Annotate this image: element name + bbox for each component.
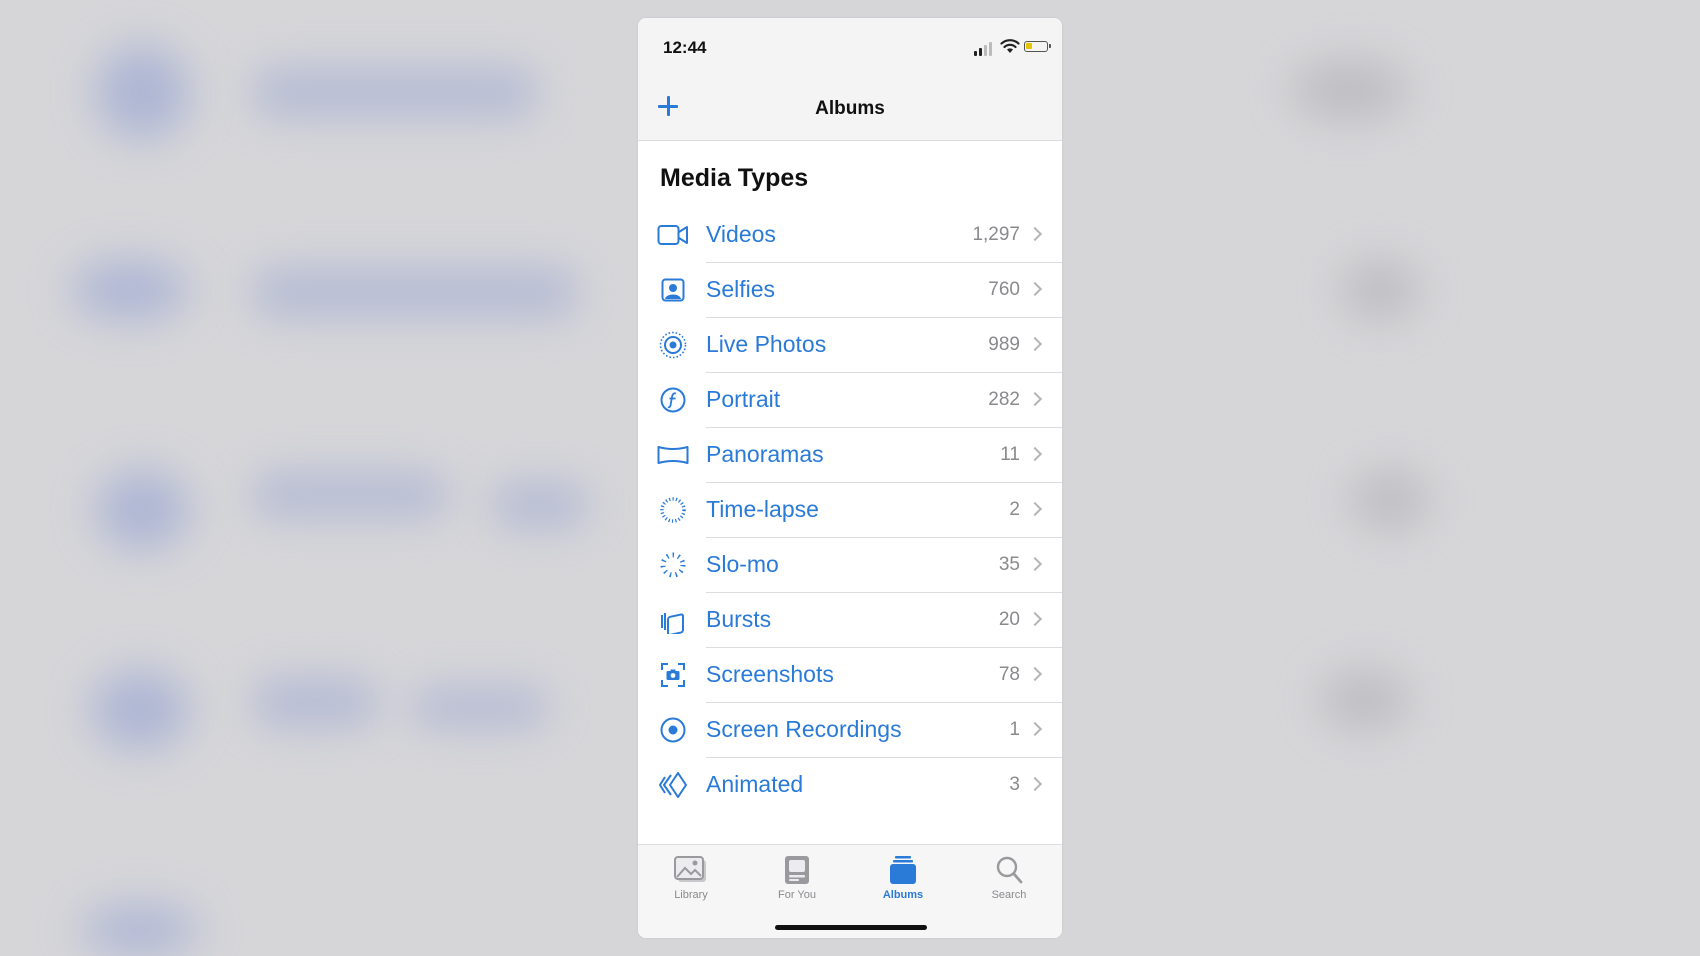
screenshot-icon xyxy=(657,661,689,689)
tab-label: For You xyxy=(778,889,816,901)
aperture-f-icon xyxy=(657,386,689,414)
list-item-count: 1,297 xyxy=(972,224,1020,245)
list-item-count: 35 xyxy=(998,554,1020,575)
list-item-bursts[interactable]: Bursts 20 xyxy=(638,593,1062,648)
list-item-label: Portrait xyxy=(706,386,781,412)
chevron-right-icon xyxy=(1027,556,1043,572)
list-item-label: Panoramas xyxy=(706,441,824,467)
chevron-right-icon xyxy=(1027,611,1043,627)
cellular-signal-icon xyxy=(974,42,996,56)
screen-recording-icon xyxy=(657,716,689,744)
chevron-right-icon xyxy=(1027,776,1043,792)
navigation-bar: Albums xyxy=(638,80,1062,141)
animated-icon xyxy=(657,771,689,799)
media-types-list: Videos 1,297 Selfies 760 Live Photos 989 xyxy=(638,208,1062,813)
selfie-portrait-icon xyxy=(657,276,689,304)
list-item-screen-recordings[interactable]: Screen Recordings 1 xyxy=(638,703,1062,758)
chevron-right-icon xyxy=(1027,336,1043,352)
tab-label: Albums xyxy=(882,889,924,901)
tab-bar: Library For You Albums Search xyxy=(638,844,1062,938)
list-item-count: 760 xyxy=(988,279,1020,300)
list-item-slo-mo[interactable]: Slo-mo 35 xyxy=(638,538,1062,593)
home-indicator xyxy=(775,925,927,930)
list-item-count: 11 xyxy=(1000,444,1020,465)
chevron-right-icon xyxy=(1027,281,1043,297)
slomo-icon xyxy=(657,551,689,579)
panorama-icon xyxy=(657,441,689,469)
timelapse-icon xyxy=(657,496,689,524)
search-icon xyxy=(992,855,1026,885)
chevron-right-icon xyxy=(1027,226,1043,242)
list-item-count: 989 xyxy=(988,334,1020,355)
wifi-icon xyxy=(1000,39,1020,53)
list-item-live-photos[interactable]: Live Photos 989 xyxy=(638,318,1062,373)
list-item-label: Selfies xyxy=(706,276,776,302)
live-photo-icon xyxy=(657,331,689,359)
tab-label: Search xyxy=(991,889,1027,901)
tab-for-you[interactable]: For You xyxy=(744,851,850,907)
chevron-right-icon xyxy=(1027,391,1043,407)
chevron-right-icon xyxy=(1027,666,1043,682)
status-bar: 12:44 xyxy=(638,18,1062,80)
list-item-label: Bursts xyxy=(706,606,772,632)
tab-library[interactable]: Library xyxy=(638,851,744,907)
chevron-right-icon xyxy=(1027,721,1043,737)
list-item-count: 282 xyxy=(988,389,1020,410)
section-title: Media Types xyxy=(660,164,809,192)
list-item-panoramas[interactable]: Panoramas 11 xyxy=(638,428,1062,483)
list-item-count: 3 xyxy=(1009,774,1020,795)
list-item-time-lapse[interactable]: Time-lapse 2 xyxy=(638,483,1062,538)
library-icon xyxy=(674,855,708,885)
list-item-count: 78 xyxy=(998,664,1020,685)
for-you-icon xyxy=(780,855,814,885)
list-item-videos[interactable]: Videos 1,297 xyxy=(638,208,1062,263)
list-item-count: 2 xyxy=(1009,499,1020,520)
chevron-right-icon xyxy=(1027,446,1043,462)
list-item-label: Screenshots xyxy=(706,661,834,687)
list-item-label: Slo-mo xyxy=(706,551,779,577)
albums-icon xyxy=(886,855,920,885)
chevron-right-icon xyxy=(1027,501,1043,517)
tab-search[interactable]: Search xyxy=(956,851,1062,907)
video-camera-icon xyxy=(657,221,689,249)
status-time: 12:44 xyxy=(663,38,707,57)
list-item-count: 1 xyxy=(1009,719,1020,740)
bursts-icon xyxy=(657,606,689,634)
list-item-screenshots[interactable]: Screenshots 78 xyxy=(638,648,1062,703)
list-item-label: Videos xyxy=(706,221,776,247)
phone-screen: 12:44 Albums Media Types Videos 1,297 Se… xyxy=(638,18,1062,938)
tab-albums[interactable]: Albums xyxy=(850,851,956,907)
list-item-selfies[interactable]: Selfies 760 xyxy=(638,263,1062,318)
list-item-label: Time-lapse xyxy=(706,496,819,522)
list-item-count: 20 xyxy=(998,609,1020,630)
list-item-portrait[interactable]: Portrait 282 xyxy=(638,373,1062,428)
page-title: Albums xyxy=(815,98,885,119)
tab-label: Library xyxy=(674,889,708,901)
battery-icon xyxy=(1024,41,1051,52)
list-item-label: Live Photos xyxy=(706,331,827,357)
list-item-label: Screen Recordings xyxy=(706,716,902,742)
list-item-label: Animated xyxy=(706,771,804,797)
list-item-animated[interactable]: Animated 3 xyxy=(638,758,1062,813)
